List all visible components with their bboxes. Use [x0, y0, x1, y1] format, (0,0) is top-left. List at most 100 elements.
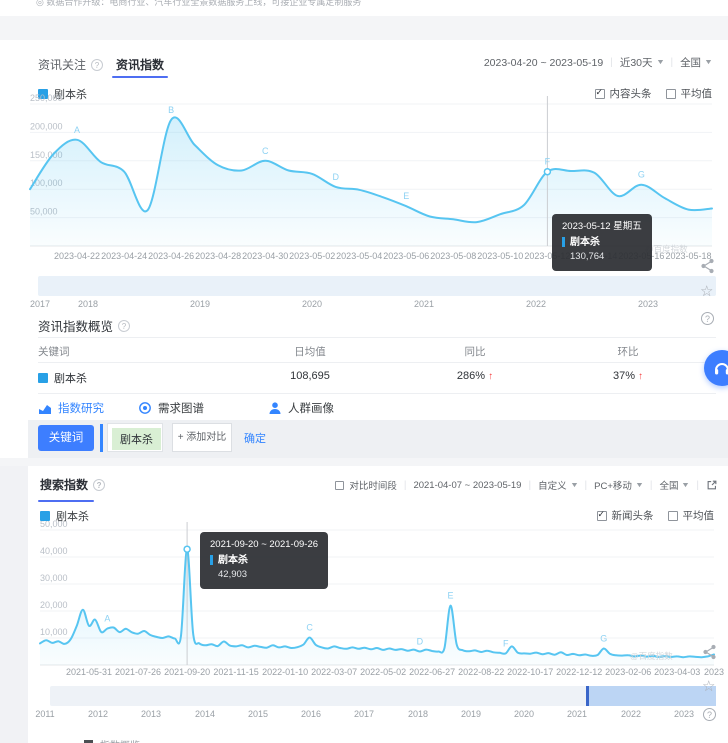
person-icon	[268, 401, 282, 415]
svg-text:2023-05-06: 2023-05-06	[383, 251, 429, 261]
chevron-down-icon: ▼	[635, 482, 644, 489]
help-icon[interactable]: ?	[701, 312, 714, 325]
target-icon	[138, 401, 152, 415]
legend-swatch	[40, 511, 50, 521]
tooltip-series-bar	[562, 237, 565, 247]
share-icon[interactable]	[700, 258, 715, 279]
svg-text:200,000: 200,000	[30, 121, 63, 131]
keyword-tag[interactable]: 剧本杀	[112, 428, 161, 450]
svg-text:G: G	[638, 170, 645, 180]
timeline-brush[interactable]	[38, 276, 716, 296]
region-dropdown[interactable]: 全国 ▼	[680, 55, 712, 70]
svg-text:G: G	[600, 634, 607, 644]
timeline-year-labels: 2011201220132014201520162017201820192020…	[0, 709, 728, 721]
svg-text:2021-07-26: 2021-07-26	[115, 667, 161, 677]
svg-text:2023-04-22: 2023-04-22	[54, 251, 100, 261]
chevron-down-icon: ▼	[681, 482, 690, 489]
add-compare-button[interactable]: + 添加对比	[172, 423, 232, 452]
row-daily-avg: 108,695	[290, 370, 330, 382]
region-dropdown[interactable]: 全国 ▼	[659, 478, 689, 492]
year-label: 2012	[88, 709, 108, 719]
average-checkbox[interactable]	[668, 511, 678, 521]
custom-range-dropdown[interactable]: 自定义 ▼	[538, 478, 577, 492]
svg-text:2022-08-22: 2022-08-22	[458, 667, 504, 677]
row-mom: 37%	[613, 370, 635, 382]
brush-handle[interactable]	[586, 686, 589, 706]
svg-text:A: A	[104, 614, 110, 624]
info-icon[interactable]: ?	[91, 59, 103, 71]
svg-text:2023-04-30: 2023-04-30	[242, 251, 288, 261]
svg-text:2021-11-15: 2021-11-15	[213, 667, 258, 677]
year-label: 2020	[514, 709, 534, 719]
svg-text:2023-05-04: 2023-05-04	[336, 251, 382, 261]
tab-news-follow[interactable]: 资讯关注 ?	[38, 56, 103, 73]
active-tab-underline	[38, 500, 94, 502]
export-icon[interactable]	[706, 479, 718, 491]
tab-news-index[interactable]: 资讯指数	[116, 56, 164, 73]
confirm-button[interactable]: 确定	[244, 430, 266, 446]
favorite-star-icon[interactable]: ☆	[702, 680, 715, 694]
active-tab-underline	[112, 76, 168, 78]
row-keyword: 剧本杀	[54, 370, 87, 386]
panel2-controls: 对比时间段 | 2021-04-07 ~ 2023-05-19 | 自定义 ▼ …	[335, 478, 718, 492]
svg-text:D: D	[332, 172, 339, 182]
baidu-index-page: ◎ 数据合作升级：电商行业、汽车行业全景数据服务上线，可接企业专属定制服务 资讯…	[0, 0, 728, 743]
tab-search-index[interactable]: 搜索指数 ?	[40, 476, 105, 493]
nav-index-research[interactable]: 指数研究	[38, 400, 104, 416]
search-index-chart[interactable]: 50,00040,00030,00020,00010,0002021-05-31…	[0, 518, 728, 686]
nav-demand-graph[interactable]: 需求图谱	[138, 400, 204, 416]
panel1-controls: 2023-04-20 ~ 2023-05-19 | 近30天 ▼ | 全国 ▼	[484, 55, 712, 70]
chevron-down-icon: ▼	[704, 59, 713, 66]
svg-text:D: D	[417, 637, 424, 647]
keyword-button[interactable]: 关键词	[38, 425, 94, 451]
svg-text:2023-05-02: 2023-05-02	[289, 251, 335, 261]
brush-selection[interactable]	[588, 686, 716, 706]
chevron-down-icon: ▼	[655, 59, 664, 66]
text-cursor-bar	[100, 424, 103, 452]
timeline-year-labels: 2017201820192020202120222023	[0, 299, 728, 311]
date-range-picker[interactable]: 2023-04-20 ~ 2023-05-19	[484, 57, 603, 69]
svg-text:2023-05-10: 2023-05-10	[477, 251, 523, 261]
svg-text:2022-01-10: 2022-01-10	[262, 667, 308, 677]
year-label: 2013	[141, 709, 161, 719]
compare-period-checkbox[interactable]: 对比时间段	[335, 478, 397, 492]
favorite-star-icon[interactable]: ☆	[700, 285, 713, 299]
year-label: 2021	[567, 709, 587, 719]
svg-text:2022-10-17: 2022-10-17	[507, 667, 553, 677]
svg-text:2021-09-20: 2021-09-20	[164, 667, 210, 677]
keyword-input[interactable]: 剧本杀	[107, 423, 163, 452]
svg-text:2023-05-08: 2023-05-08	[430, 251, 476, 261]
nav-crowd-profile[interactable]: 人群画像	[268, 400, 334, 416]
date-range-picker[interactable]: 2021-04-07 ~ 2023-05-19	[413, 480, 521, 491]
svg-text:2023-04-03: 2023-04-03	[654, 667, 700, 677]
svg-text:2022-06-27: 2022-06-27	[409, 667, 455, 677]
svg-text:2023-02-06: 2023-02-06	[605, 667, 651, 677]
year-label: 2014	[195, 709, 215, 719]
info-icon[interactable]: ?	[93, 479, 105, 491]
range-dropdown[interactable]: 近30天 ▼	[620, 55, 664, 70]
up-arrow-icon: ↑	[638, 371, 643, 382]
year-label: 2022	[621, 709, 641, 719]
svg-text:E: E	[403, 191, 409, 201]
news-headline-checkbox[interactable]	[597, 511, 607, 521]
svg-text:C: C	[262, 146, 269, 156]
up-arrow-icon: ↑	[488, 371, 493, 382]
customer-service-button[interactable]	[704, 350, 728, 386]
tooltip-value: 130,764	[562, 250, 642, 265]
svg-text:C: C	[306, 623, 313, 633]
col-yoy: 同比	[465, 344, 486, 359]
year-label: 2023	[638, 299, 658, 309]
share-icon[interactable]	[702, 644, 717, 665]
overview-section-title: 资讯指数概览 ?	[38, 316, 130, 335]
svg-text:B: B	[168, 105, 174, 115]
tooltip-value: 42,903	[210, 568, 318, 583]
help-icon[interactable]: ?	[703, 708, 716, 721]
svg-text:2022-12-12: 2022-12-12	[556, 667, 602, 677]
chevron-down-icon: ▼	[570, 482, 579, 489]
series-legend[interactable]: 剧本杀	[40, 508, 89, 524]
promo-banner-text: ◎ 数据合作升级：电商行业、汽车行业全景数据服务上线，可接企业专属定制服务	[36, 0, 361, 8]
svg-text:E: E	[447, 591, 453, 601]
device-dropdown[interactable]: PC+移动 ▼	[594, 478, 643, 492]
page-gap-strip	[0, 16, 728, 40]
info-icon[interactable]: ?	[118, 320, 130, 332]
